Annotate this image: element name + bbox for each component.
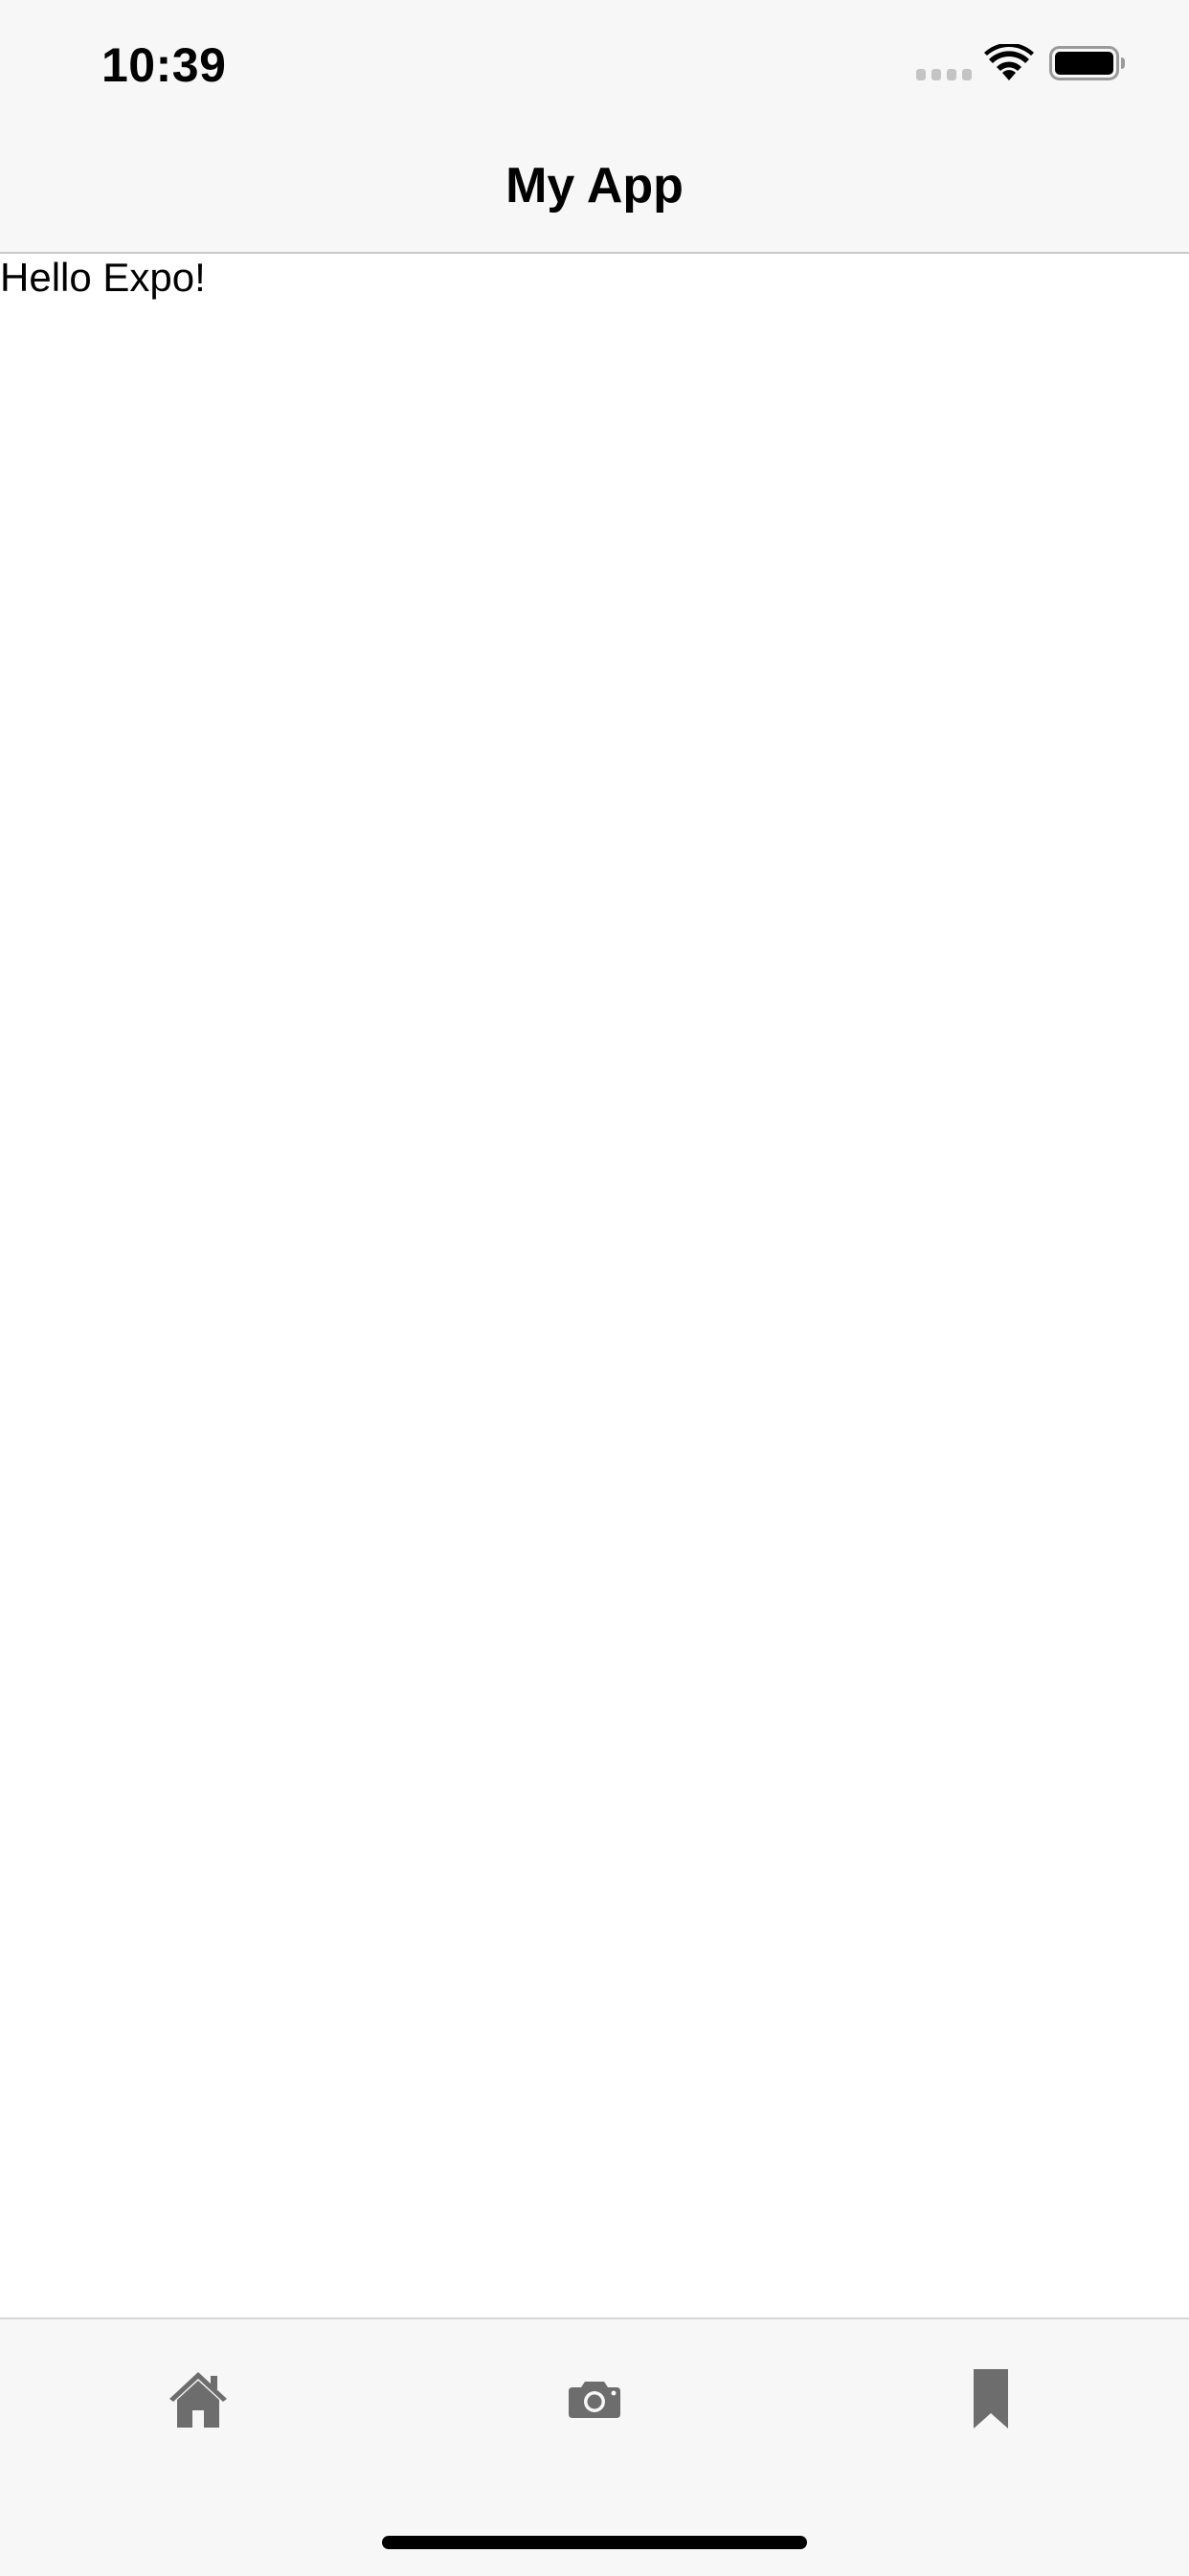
wifi-icon bbox=[984, 44, 1034, 80]
camera-icon bbox=[569, 2382, 620, 2418]
tab-camera[interactable] bbox=[396, 2319, 793, 2478]
main-content: Hello Expo! bbox=[0, 254, 1189, 2317]
status-time: 10:39 bbox=[101, 38, 227, 92]
page-title: My App bbox=[505, 158, 684, 214]
greeting-text: Hello Expo! bbox=[0, 255, 206, 300]
home-indicator[interactable] bbox=[382, 2536, 807, 2549]
navigation-header: My App bbox=[0, 126, 1189, 254]
cellular-signal-icon bbox=[916, 69, 972, 80]
home-icon bbox=[169, 2372, 227, 2428]
status-bar: 10:39 bbox=[0, 0, 1189, 126]
tab-home[interactable] bbox=[0, 2319, 396, 2478]
bookmark-icon bbox=[974, 2369, 1008, 2429]
battery-icon bbox=[1049, 46, 1125, 80]
tab-bookmark[interactable] bbox=[793, 2319, 1189, 2478]
